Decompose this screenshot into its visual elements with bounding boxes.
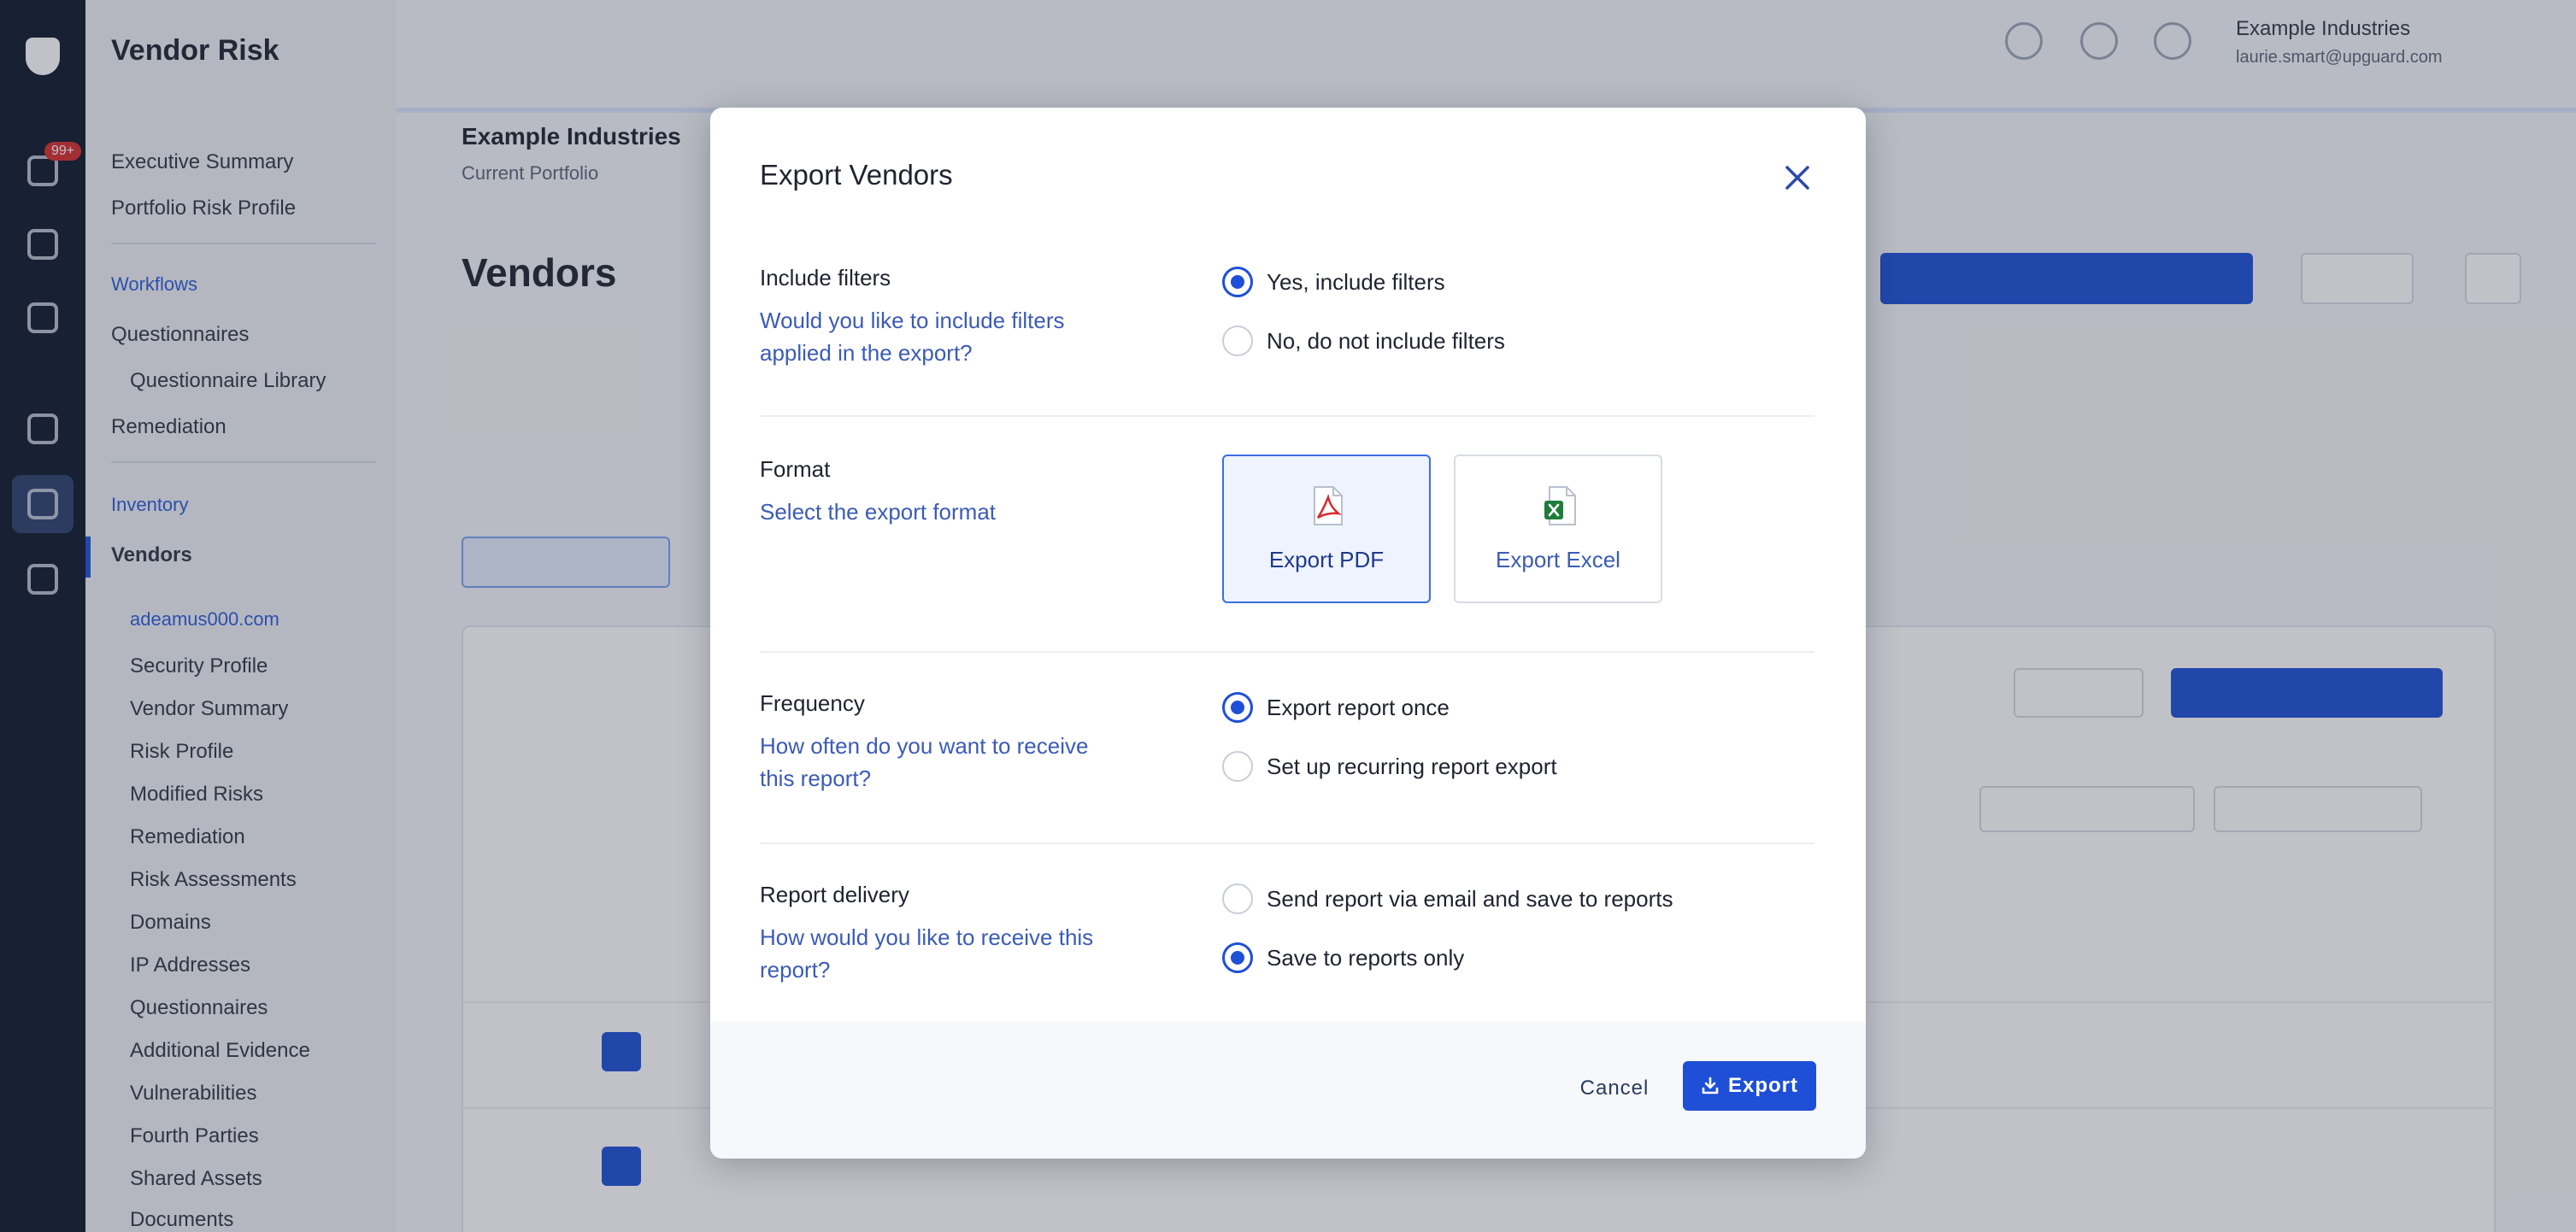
include-filters-no-option[interactable]: No, do not include filters: [1222, 324, 1505, 358]
radio-selected[interactable]: [1222, 692, 1253, 723]
frequency-hint: How often do you want to receive this re…: [760, 733, 1089, 791]
export-excel-label: Export Excel: [1496, 547, 1620, 572]
export-pdf-label: Export PDF: [1268, 547, 1385, 572]
frequency-label: Frequency: [760, 690, 865, 716]
download-icon: [1702, 1077, 1719, 1094]
close-icon: [1785, 166, 1809, 190]
modal-footer: Cancel Export: [710, 1022, 1866, 1159]
include-filters-hint: Would you like to include filters applie…: [760, 308, 1065, 366]
option-label: Export report once: [1267, 694, 1450, 720]
radio-selected[interactable]: [1222, 267, 1253, 297]
frequency-section: Frequency How often do you want to recei…: [760, 690, 1814, 827]
radio-unselected[interactable]: [1222, 326, 1253, 356]
export-pdf-card[interactable]: Export PDF: [1222, 455, 1431, 603]
export-button-label: Export: [1727, 1074, 1798, 1097]
export-excel-card[interactable]: Export Excel: [1454, 455, 1662, 603]
option-label: Yes, include filters: [1267, 268, 1445, 295]
recurring-export-option[interactable]: Set up recurring report export: [1222, 749, 1557, 783]
export-once-option[interactable]: Export report once: [1222, 690, 1450, 725]
report-delivery-section: Report delivery How would you like to re…: [760, 882, 1814, 1018]
include-filters-section: Include filters Would you like to includ…: [760, 265, 1814, 470]
report-delivery-hint: How would you like to receive this repor…: [760, 924, 1094, 983]
format-hint: Select the export format: [760, 499, 997, 525]
report-delivery-label: Report delivery: [760, 882, 909, 907]
option-label: Set up recurring report export: [1267, 753, 1557, 779]
radio-selected[interactable]: [1222, 942, 1253, 973]
section-divider: [760, 842, 1814, 844]
include-filters-label: Include filters: [760, 265, 891, 290]
modal-title: Export Vendors: [760, 159, 953, 191]
format-label: Format: [760, 456, 831, 482]
cancel-button[interactable]: Cancel: [1572, 1065, 1657, 1112]
section-divider: [760, 651, 1814, 653]
email-and-save-option[interactable]: Send report via email and save to report…: [1222, 882, 1673, 916]
option-label: Save to reports only: [1267, 944, 1465, 971]
radio-unselected[interactable]: [1222, 883, 1253, 914]
export-button[interactable]: Export: [1683, 1061, 1816, 1111]
close-button[interactable]: [1780, 161, 1814, 195]
radio-unselected[interactable]: [1222, 751, 1253, 782]
excel-file-icon: [1544, 486, 1576, 525]
pdf-file-icon: [1314, 486, 1343, 525]
include-filters-yes-option[interactable]: Yes, include filters: [1222, 265, 1445, 299]
save-only-option[interactable]: Save to reports only: [1222, 941, 1464, 975]
export-vendors-modal: Export Vendors Include filters Would you…: [710, 108, 1866, 1159]
option-label: No, do not include filters: [1267, 327, 1505, 354]
option-label: Send report via email and save to report…: [1267, 885, 1673, 912]
section-divider: [760, 415, 1814, 417]
